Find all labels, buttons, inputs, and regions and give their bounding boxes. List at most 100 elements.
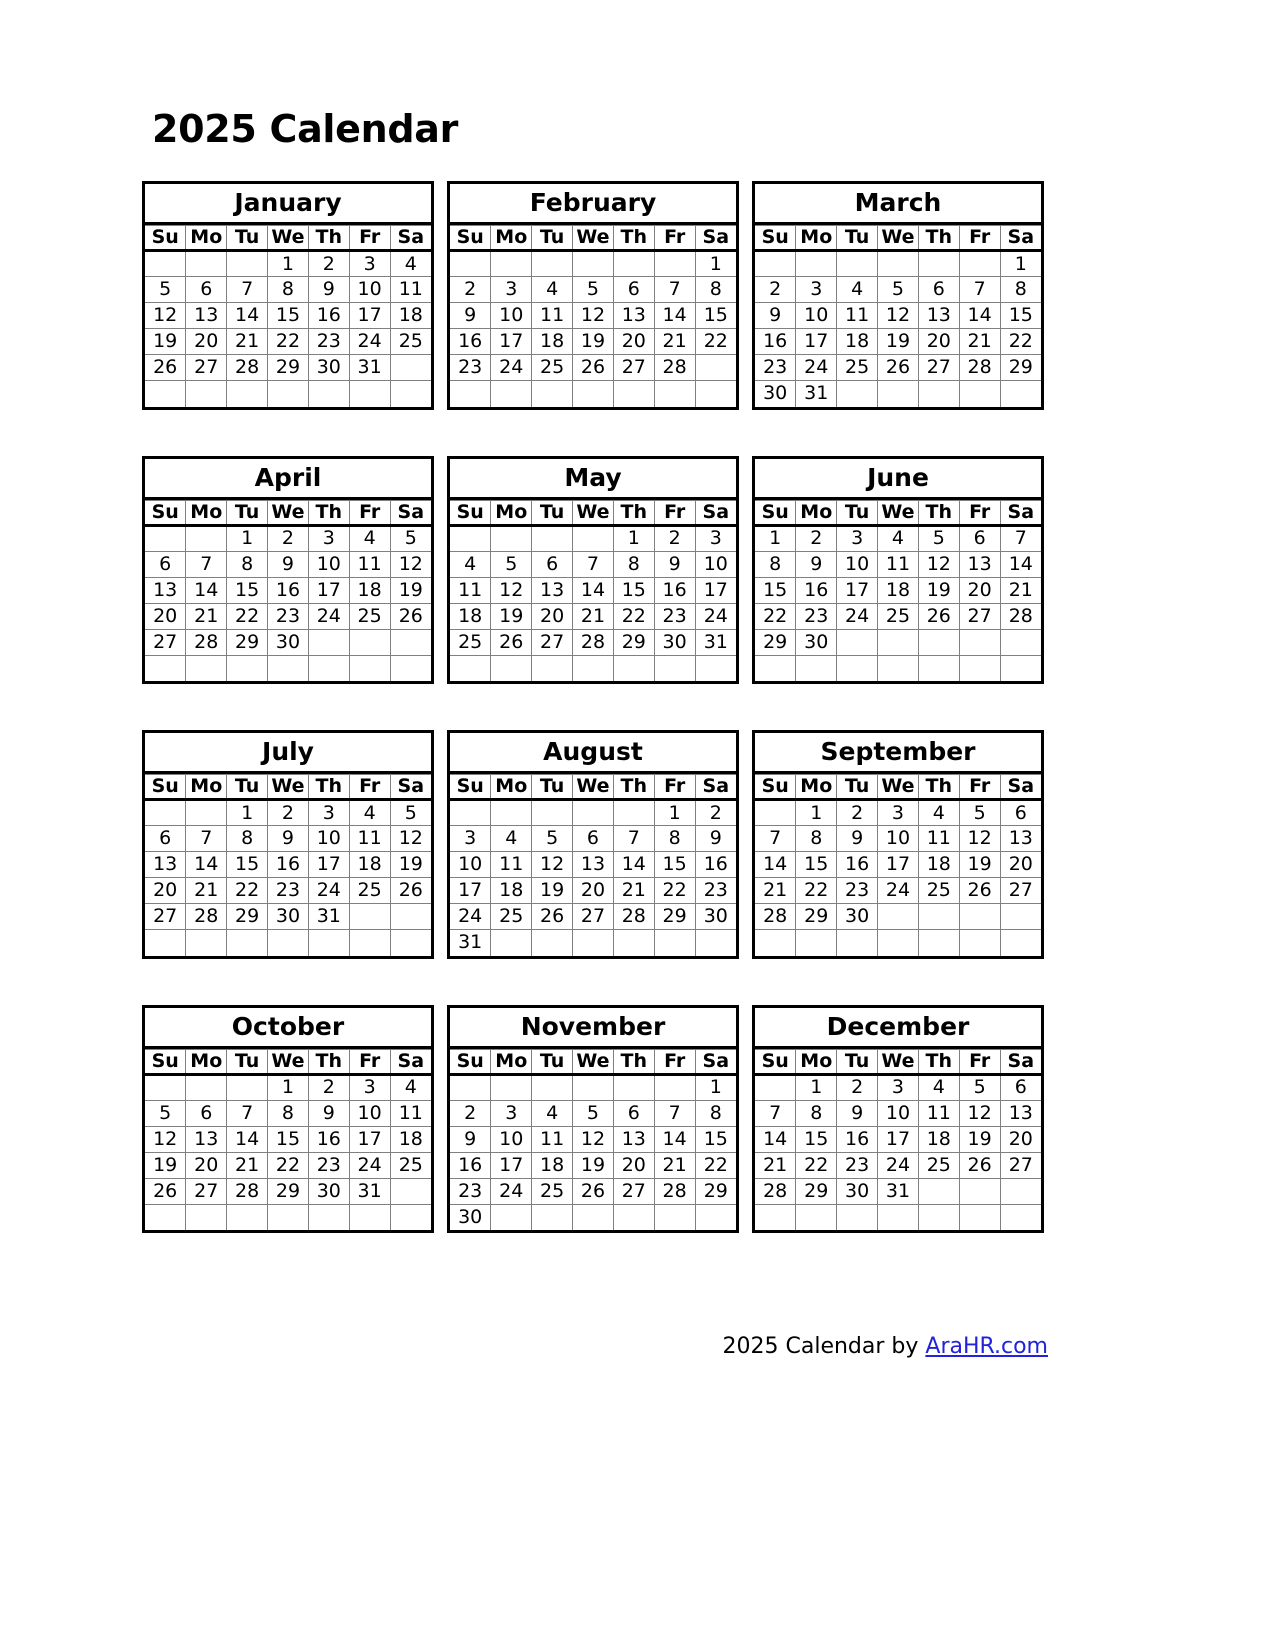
day-cell[interactable]: 23 (653, 602, 696, 630)
day-cell[interactable]: 4 (531, 276, 574, 303)
day-cell[interactable]: 14 (185, 851, 228, 878)
day-cell[interactable]: 16 (267, 851, 309, 878)
day-cell[interactable]: 17 (836, 576, 879, 604)
day-cell[interactable]: 6 (572, 825, 614, 852)
day-cell[interactable]: 19 (389, 576, 431, 604)
day-cell[interactable]: 4 (877, 524, 919, 552)
day-cell[interactable]: 6 (612, 1099, 655, 1127)
day-cell[interactable]: 15 (694, 302, 736, 329)
day-cell[interactable]: 25 (389, 1151, 431, 1179)
day-cell[interactable]: 7 (226, 276, 269, 303)
day-cell[interactable]: 13 (572, 851, 614, 878)
day-cell[interactable]: 18 (877, 576, 919, 604)
day-cell[interactable]: 24 (694, 602, 736, 630)
day-cell[interactable]: 29 (755, 628, 797, 656)
day-cell[interactable]: 11 (917, 1099, 960, 1127)
day-cell[interactable]: 13 (999, 825, 1041, 852)
day-cell[interactable]: 17 (490, 328, 533, 355)
day-cell[interactable]: 10 (348, 276, 391, 303)
day-cell[interactable]: 27 (612, 354, 655, 381)
day-cell[interactable]: 30 (450, 1203, 492, 1230)
day-cell[interactable]: 20 (999, 851, 1041, 878)
day-cell[interactable]: 8 (795, 1099, 838, 1127)
day-cell[interactable]: 30 (836, 1177, 879, 1205)
day-cell[interactable]: 25 (490, 903, 533, 930)
day-cell[interactable]: 27 (531, 628, 574, 656)
day-cell[interactable]: 15 (653, 851, 696, 878)
day-cell[interactable]: 22 (267, 1151, 309, 1179)
day-cell[interactable]: 13 (958, 550, 1001, 578)
day-cell[interactable]: 6 (145, 550, 187, 578)
day-cell[interactable]: 5 (490, 550, 533, 578)
day-cell[interactable]: 29 (267, 1177, 309, 1205)
day-cell[interactable]: 5 (572, 276, 614, 303)
day-cell[interactable]: 5 (145, 1099, 187, 1127)
day-cell[interactable]: 9 (307, 1099, 350, 1127)
day-cell[interactable]: 22 (267, 328, 309, 355)
day-cell[interactable]: 17 (307, 576, 350, 604)
day-cell[interactable]: 18 (836, 328, 879, 355)
day-cell[interactable]: 26 (958, 1151, 1001, 1179)
day-cell[interactable]: 8 (653, 825, 696, 852)
day-cell[interactable]: 18 (917, 1125, 960, 1153)
day-cell[interactable]: 13 (185, 1125, 228, 1153)
day-cell[interactable]: 21 (226, 328, 269, 355)
day-cell[interactable]: 25 (531, 1177, 574, 1205)
day-cell[interactable]: 12 (490, 576, 533, 604)
day-cell[interactable]: 7 (572, 550, 614, 578)
day-cell[interactable]: 27 (612, 1177, 655, 1205)
day-cell[interactable]: 22 (653, 877, 696, 904)
day-cell[interactable]: 28 (226, 354, 269, 381)
day-cell[interactable]: 29 (653, 903, 696, 930)
day-cell[interactable]: 13 (612, 302, 655, 329)
day-cell[interactable]: 21 (226, 1151, 269, 1179)
day-cell[interactable]: 12 (531, 851, 574, 878)
day-cell[interactable]: 4 (389, 1073, 431, 1101)
day-cell[interactable]: 10 (795, 302, 838, 329)
day-cell[interactable]: 6 (185, 276, 228, 303)
day-cell[interactable]: 15 (795, 1125, 838, 1153)
day-cell[interactable]: 25 (836, 354, 879, 381)
day-cell[interactable]: 11 (836, 302, 879, 329)
day-cell[interactable]: 28 (572, 628, 614, 656)
day-cell[interactable]: 31 (348, 1177, 391, 1205)
day-cell[interactable]: 11 (490, 851, 533, 878)
day-cell[interactable]: 1 (999, 250, 1041, 277)
day-cell[interactable]: 15 (795, 851, 838, 878)
day-cell[interactable]: 27 (572, 903, 614, 930)
day-cell[interactable]: 4 (348, 799, 391, 826)
day-cell[interactable]: 5 (958, 799, 1001, 826)
day-cell[interactable]: 24 (307, 877, 350, 904)
day-cell[interactable]: 22 (999, 328, 1041, 355)
day-cell[interactable]: 14 (755, 1125, 797, 1153)
day-cell[interactable]: 4 (348, 524, 391, 552)
day-cell[interactable]: 7 (653, 276, 696, 303)
arahr-link[interactable]: AraHR.com (925, 1334, 1048, 1359)
day-cell[interactable]: 17 (307, 851, 350, 878)
day-cell[interactable]: 22 (226, 877, 269, 904)
day-cell[interactable]: 20 (958, 576, 1001, 604)
day-cell[interactable]: 2 (267, 524, 309, 552)
day-cell[interactable]: 30 (267, 628, 309, 656)
day-cell[interactable]: 26 (958, 877, 1001, 904)
day-cell[interactable]: 20 (612, 1151, 655, 1179)
day-cell[interactable]: 28 (185, 628, 228, 656)
day-cell[interactable]: 1 (267, 1073, 309, 1101)
day-cell[interactable]: 21 (185, 877, 228, 904)
day-cell[interactable]: 14 (185, 576, 228, 604)
day-cell[interactable]: 31 (795, 380, 838, 407)
day-cell[interactable]: 12 (389, 550, 431, 578)
day-cell[interactable]: 24 (307, 602, 350, 630)
day-cell[interactable]: 22 (795, 877, 838, 904)
day-cell[interactable]: 27 (999, 877, 1041, 904)
day-cell[interactable]: 28 (612, 903, 655, 930)
day-cell[interactable]: 26 (389, 877, 431, 904)
day-cell[interactable]: 16 (836, 851, 879, 878)
day-cell[interactable]: 12 (958, 825, 1001, 852)
day-cell[interactable]: 26 (145, 1177, 187, 1205)
day-cell[interactable]: 13 (917, 302, 960, 329)
day-cell[interactable]: 8 (795, 825, 838, 852)
day-cell[interactable]: 23 (755, 354, 797, 381)
day-cell[interactable]: 28 (999, 602, 1041, 630)
day-cell[interactable]: 14 (958, 302, 1001, 329)
